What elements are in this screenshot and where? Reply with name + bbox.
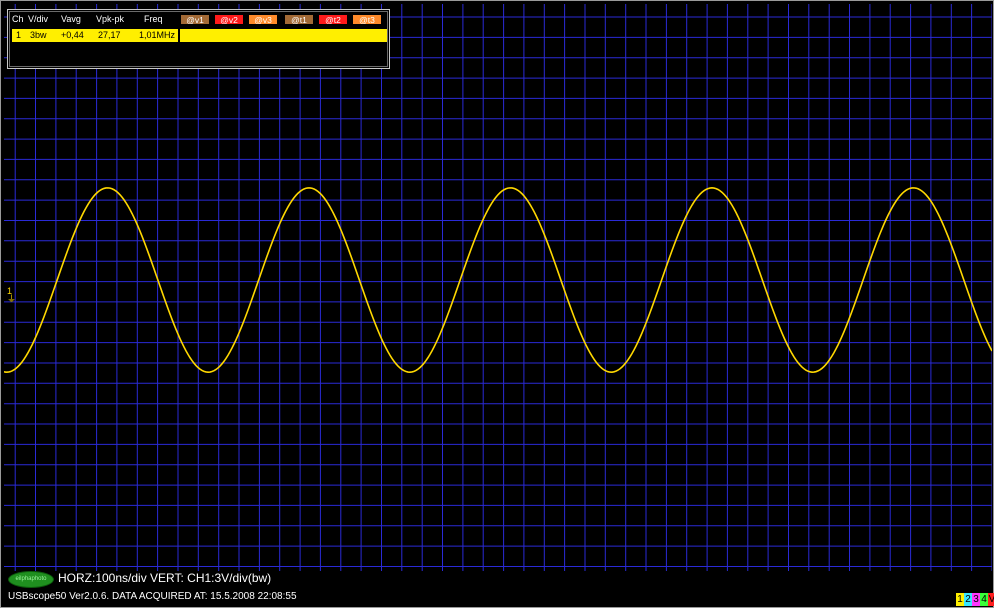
header-vdiv: V/div bbox=[28, 14, 49, 24]
channel-3-toggle[interactable]: 3 bbox=[972, 593, 980, 606]
ground-marker[interactable]: 1 ⏚ bbox=[7, 287, 17, 304]
channel-1-waveform bbox=[4, 187, 992, 373]
scope-window: Ch V/div Vavg Vpk-pk Freq @v1 @v2 @v3 @t… bbox=[0, 0, 994, 608]
measurement-table[interactable]: Ch V/div Vavg Vpk-pk Freq @v1 @v2 @v3 @t… bbox=[7, 9, 390, 69]
channel-selector: 1 2 3 4 V bbox=[956, 593, 994, 606]
channel-1-toggle[interactable]: 1 bbox=[956, 593, 964, 606]
logo-text: eilphaphoto bbox=[15, 576, 47, 582]
cursor-tag-v1[interactable]: @v1 bbox=[180, 14, 210, 25]
channel-4-toggle[interactable]: 4 bbox=[980, 593, 988, 606]
row-vdiv: 3bw bbox=[30, 30, 47, 40]
channel-v-toggle[interactable]: V bbox=[988, 593, 994, 606]
row-freq: 1,01MHz bbox=[139, 30, 176, 40]
cursor-tag-t3[interactable]: @t3 bbox=[352, 14, 382, 25]
cursor-tag-v2[interactable]: @v2 bbox=[214, 14, 244, 25]
measurement-row-ch1-cursors bbox=[180, 29, 387, 42]
ground-icon: ⏚ bbox=[7, 294, 17, 304]
scope-screen[interactable] bbox=[4, 4, 992, 571]
channel-2-toggle[interactable]: 2 bbox=[964, 593, 972, 606]
cursor-tag-t2[interactable]: @t2 bbox=[318, 14, 348, 25]
header-ch: Ch bbox=[12, 14, 24, 24]
header-vpkpk: Vpk-pk bbox=[96, 14, 125, 24]
graticule-grid bbox=[4, 4, 992, 571]
row-vpkpk: 27,17 bbox=[98, 30, 121, 40]
row-vavg: +0,44 bbox=[61, 30, 84, 40]
acquisition-footer: USBscope50 Ver2.0.6. DATA ACQUIRED AT: 1… bbox=[8, 591, 297, 602]
cursor-tag-v3[interactable]: @v3 bbox=[248, 14, 278, 25]
header-vavg: Vavg bbox=[61, 14, 81, 24]
measurement-table-frame: Ch V/div Vavg Vpk-pk Freq @v1 @v2 @v3 @t… bbox=[9, 11, 388, 67]
timebase-status: HORZ:100ns/div VERT: CH1:3V/div(bw) bbox=[58, 571, 272, 585]
row-ch: 1 bbox=[16, 30, 22, 40]
measurement-row-ch1[interactable]: 1 3bw +0,44 27,17 1,01MHz bbox=[12, 29, 178, 42]
measurement-header: Ch V/div Vavg Vpk-pk Freq bbox=[10, 13, 180, 26]
header-freq: Freq bbox=[144, 14, 163, 24]
app-logo: eilphaphoto bbox=[8, 571, 54, 588]
cursor-tag-t1[interactable]: @t1 bbox=[284, 14, 314, 25]
